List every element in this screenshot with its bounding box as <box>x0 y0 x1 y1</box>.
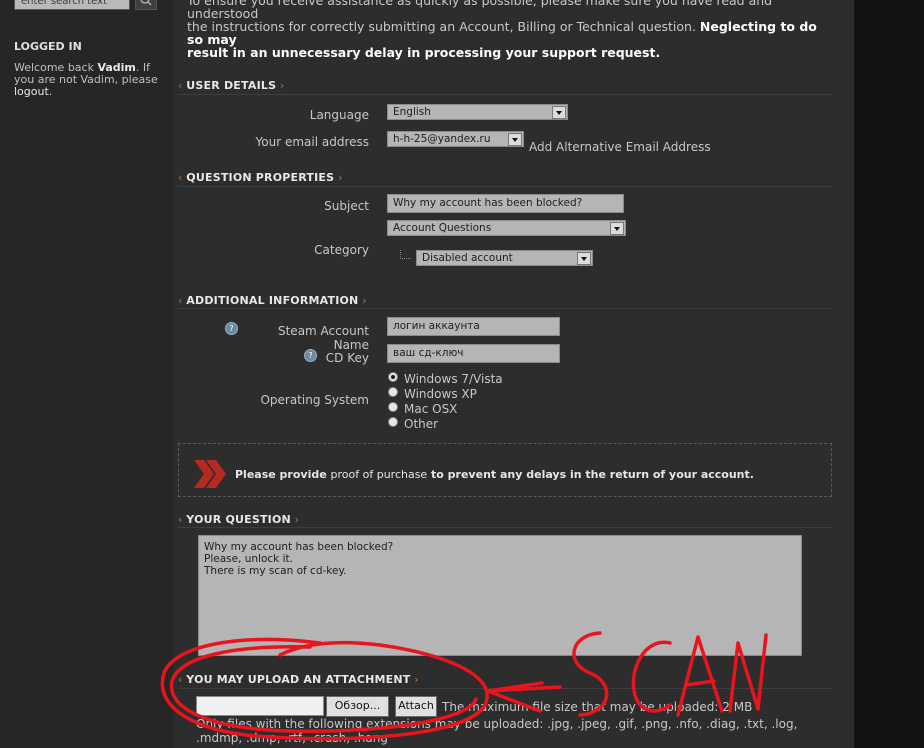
search-input[interactable]: enter search text <box>14 0 130 10</box>
section-additional-information: ‹ ADDITIONAL INFORMATION › <box>178 294 367 307</box>
email-select[interactable]: h-h-25@yandex.ru <box>387 131 524 147</box>
os-label: Operating System <box>260 393 369 407</box>
add-alt-email-link[interactable]: Add Alternative Email Address <box>529 140 711 154</box>
email-label: Your email address <box>255 135 369 149</box>
notice-text: Please provide proof of purchase to prev… <box>235 468 754 481</box>
logout-link[interactable]: logout <box>14 85 49 98</box>
cd-key-input[interactable]: ваш сд-ключ <box>387 344 560 363</box>
double-chevron-icon <box>194 460 226 488</box>
steam-account-label: Steam Account Name <box>277 324 369 352</box>
os-option-label: Mac OSX <box>404 402 458 416</box>
welcome-text: Welcome back Vadim. If you are not Vadim… <box>14 61 158 98</box>
logged-in-heading: LOGGED IN <box>14 40 82 53</box>
divider <box>178 186 832 187</box>
os-option-label: Other <box>404 417 439 431</box>
chevron-down-icon <box>577 252 591 265</box>
os-radio-windowsxp[interactable] <box>388 387 398 397</box>
chevron-down-icon <box>552 106 566 119</box>
language-select[interactable]: English <box>387 104 568 120</box>
os-option-label: Windows 7/Vista <box>404 372 503 386</box>
divider <box>178 527 832 528</box>
help-icon[interactable]: ? <box>225 322 238 335</box>
os-option-label: Windows XP <box>404 387 477 401</box>
subject-input[interactable]: Why my account has been blocked? <box>387 194 624 213</box>
language-label: Language <box>309 108 369 122</box>
search-icon <box>140 0 152 6</box>
steam-account-input[interactable]: логин аккаунта <box>387 317 560 336</box>
chevron-down-icon <box>508 133 522 146</box>
scan-annotation <box>160 631 768 741</box>
search-button[interactable] <box>135 0 157 10</box>
section-user-details: ‹ USER DETAILS › <box>178 79 285 92</box>
section-your-question: ‹ YOUR QUESTION › <box>178 513 300 526</box>
os-radio-windows7[interactable] <box>388 372 398 382</box>
sidebar <box>0 0 173 748</box>
help-icon[interactable]: ? <box>304 349 317 362</box>
chevron-down-icon <box>610 222 624 235</box>
cd-key-label: CD Key <box>325 351 369 365</box>
section-question-properties: ‹ QUESTION PROPERTIES › <box>178 171 343 184</box>
tree-connector <box>400 250 411 259</box>
subcategory-select[interactable]: Disabled account <box>416 250 593 266</box>
category-select[interactable]: Account Questions <box>387 220 626 236</box>
right-margin <box>854 0 924 748</box>
category-label: Category <box>314 243 369 257</box>
subject-label: Subject <box>324 199 369 213</box>
divider <box>178 308 832 309</box>
divider <box>178 94 832 95</box>
intro-text: To ensure you receive assistance as quic… <box>187 0 817 60</box>
os-radio-other[interactable] <box>388 417 398 427</box>
os-radio-macosx[interactable] <box>388 402 398 412</box>
